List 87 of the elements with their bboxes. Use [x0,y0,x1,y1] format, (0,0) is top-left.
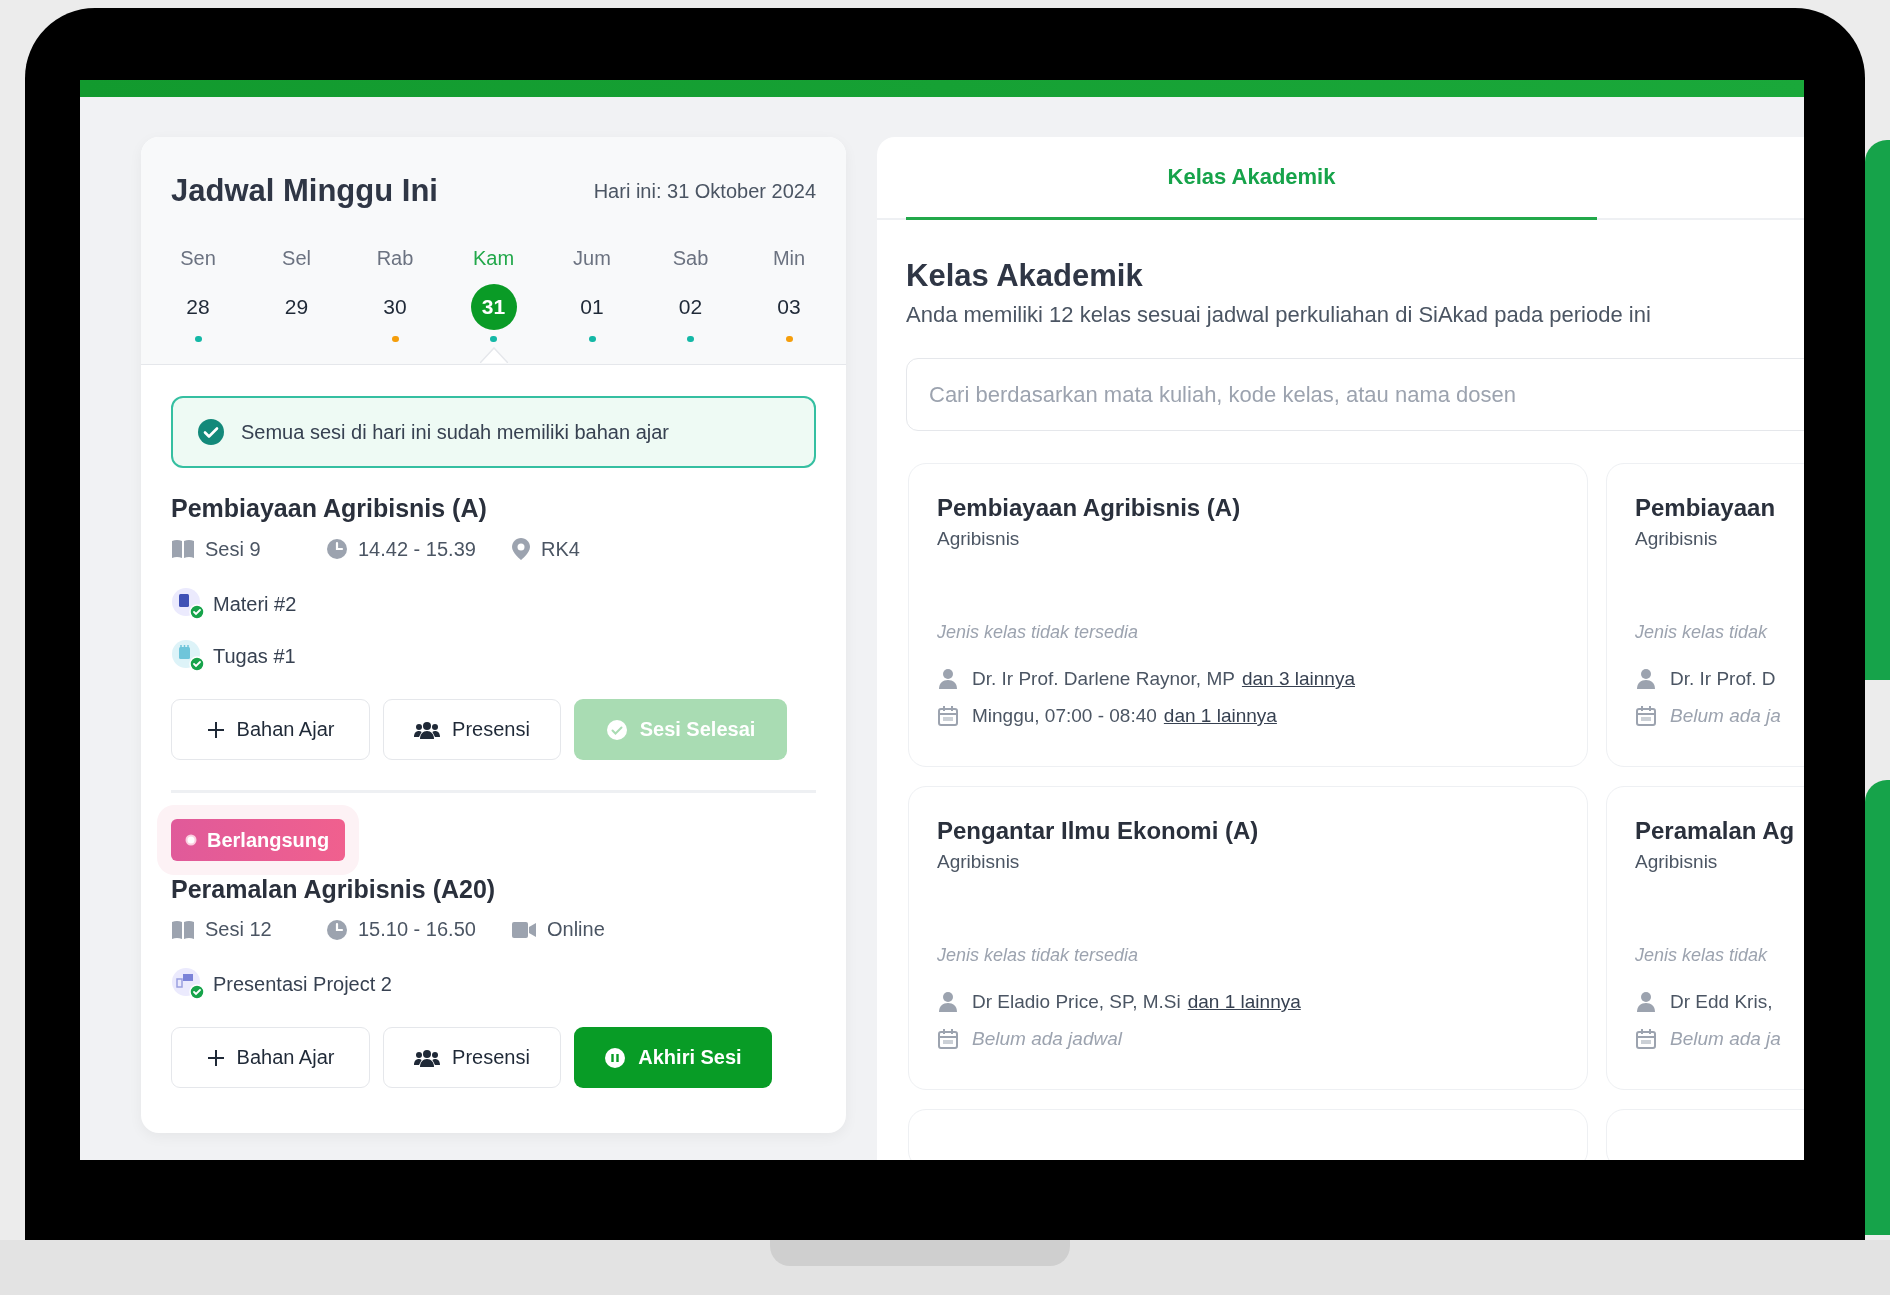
card-title: Jadwal Minggu Ini [171,173,438,209]
book-icon [171,919,195,940]
calendar-icon [937,1028,959,1050]
class-title: Peramalan Ag [1635,817,1796,845]
session-number: Sesi 9 [205,537,261,561]
lecturer-name: Dr Edd Kris, [1670,991,1773,1013]
day-name: Sen [180,247,216,270]
record-icon [185,834,197,846]
location-pin-icon [511,537,531,561]
plus-icon [206,720,225,739]
day-date[interactable]: 01 [569,284,615,330]
class-title: Pembiayaan [1635,494,1777,522]
day-date[interactable]: 03 [766,284,812,330]
clock-icon [326,538,348,560]
book-icon [171,539,195,559]
day-date[interactable]: 31 [470,284,517,330]
search-field[interactable]: Cari berdasarkan mata kuliah, kode kelas, atau nama dosen [906,358,1804,431]
session-number: Sesi 12 [205,918,272,941]
clock-icon [326,918,348,941]
pause-icon [604,1046,627,1069]
video-camera-icon [511,920,537,939]
class-title: Pembiayaan Agribisnis (A) [937,494,1242,522]
class-schedule: Belum ada ja [1670,1028,1781,1050]
class-type: Jenis kelas tidak [1635,622,1769,643]
day-name: Sab [672,247,709,270]
session-location: Online [547,918,605,941]
class-type: Jenis kelas tidak tersedia [937,622,1140,643]
session-time: 14.42 - 15.39 [358,537,476,561]
class-card[interactable] [908,1109,1588,1160]
day-date[interactable]: 29 [273,284,320,330]
calendar-icon [1635,1028,1657,1050]
session-location: RK4 [541,537,580,561]
material-label[interactable]: Tugas #1 [213,644,296,668]
session-title: Pembiayaan Agribisnis (A) [171,494,488,523]
add-material-button[interactable]: Bahan Ajar [171,699,370,760]
section-subtitle: Anda memiliki 12 kelas sesuai jadwal perkuliahan di SiAkad pada periode ini [906,302,1652,328]
day-name: Rab [376,247,414,270]
people-icon [414,719,441,740]
day-name: Kam [472,247,515,270]
calendar-icon [937,705,959,727]
person-icon [1635,667,1657,691]
plus-icon [206,1048,225,1067]
lecturer-name: Dr. Ir Prof. D [1670,668,1776,690]
class-card[interactable]: Pembiayaan Agribisnis Jenis kelas tidak Dr. Ir Prof. D Belum ada ja [1606,463,1804,767]
person-icon [937,667,959,691]
study-program: Agribisnis [937,851,1021,873]
study-program: Agribisnis [937,528,1021,550]
add-material-button[interactable]: Bahan Ajar [171,1027,370,1088]
material-label[interactable]: Materi #2 [213,592,297,616]
class-schedule: Belum ada jadwal [972,1028,1122,1050]
lecturer-name: Dr Eladio Price, SP, M.Si [972,991,1181,1013]
check-circle-icon [197,418,225,446]
material-label[interactable]: Presentasi Project 2 [213,972,392,996]
study-program: Agribisnis [1635,851,1719,873]
more-schedules-link[interactable]: dan 1 lainnya [1163,705,1277,727]
calendar-icon [1635,705,1657,727]
attendance-button[interactable]: Presensi [383,699,561,760]
session-title: Peramalan Agribisnis (A20) [171,875,497,904]
lecturer-name: Dr. Ir Prof. Darlene Raynor, MP [972,668,1235,690]
study-program: Agribisnis [1635,528,1719,550]
class-card[interactable]: Pembiayaan Agribisnis (A) Agribisnis Jenis kelas tidak tersedia Dr. Ir Prof. Darlene Raynor, MP dan 3 lainnya Minggu, 07:00 - 08:40 dan 1 lainnya [908,463,1588,767]
class-card[interactable]: Peramalan Ag Agribisnis Jenis kelas tidak Dr Edd Kris, Belum ada ja [1606,786,1804,1090]
class-title: Pengantar Ilmu Ekonomi (A) [937,817,1260,845]
person-icon [937,990,959,1014]
day-name: Min [772,247,806,270]
people-icon [414,1047,441,1068]
more-lecturers-link[interactable]: dan 1 lainnya [1187,991,1301,1013]
day-name: Sel [282,247,311,270]
day-name: Jum [573,247,611,270]
session-time: 15.10 - 16.50 [358,918,476,941]
day-date[interactable]: 30 [372,284,418,330]
attendance-button[interactable]: Presensi [383,1027,561,1088]
day-date[interactable]: 28 [175,284,221,330]
section-title: Kelas Akademik [906,258,1144,294]
info-text: Semua sesi di hari ini sudah memiliki bahan ajar [241,420,669,444]
badge-label: Berlangsung [207,828,330,852]
class-type: Jenis kelas tidak [1635,945,1769,966]
class-type: Jenis kelas tidak tersedia [937,945,1140,966]
class-card[interactable]: Pengantar Ilmu Ekonomi (A) Agribisnis Jenis kelas tidak tersedia Dr Eladio Price, SP, M.Si dan 1 lainnya Belum ada jadwal [908,786,1588,1090]
person-icon [1635,990,1657,1014]
more-lecturers-link[interactable]: dan 3 lainnya [1241,668,1355,690]
day-date[interactable]: 02 [667,284,714,330]
end-session-button[interactable]: Akhiri Sesi [574,1027,772,1088]
class-schedule: Belum ada ja [1670,705,1781,727]
check-circle-icon [605,718,628,741]
today-label: Hari ini: 31 Oktober 2024 [593,179,816,203]
class-schedule: Minggu, 07:00 - 08:40 [972,705,1157,727]
